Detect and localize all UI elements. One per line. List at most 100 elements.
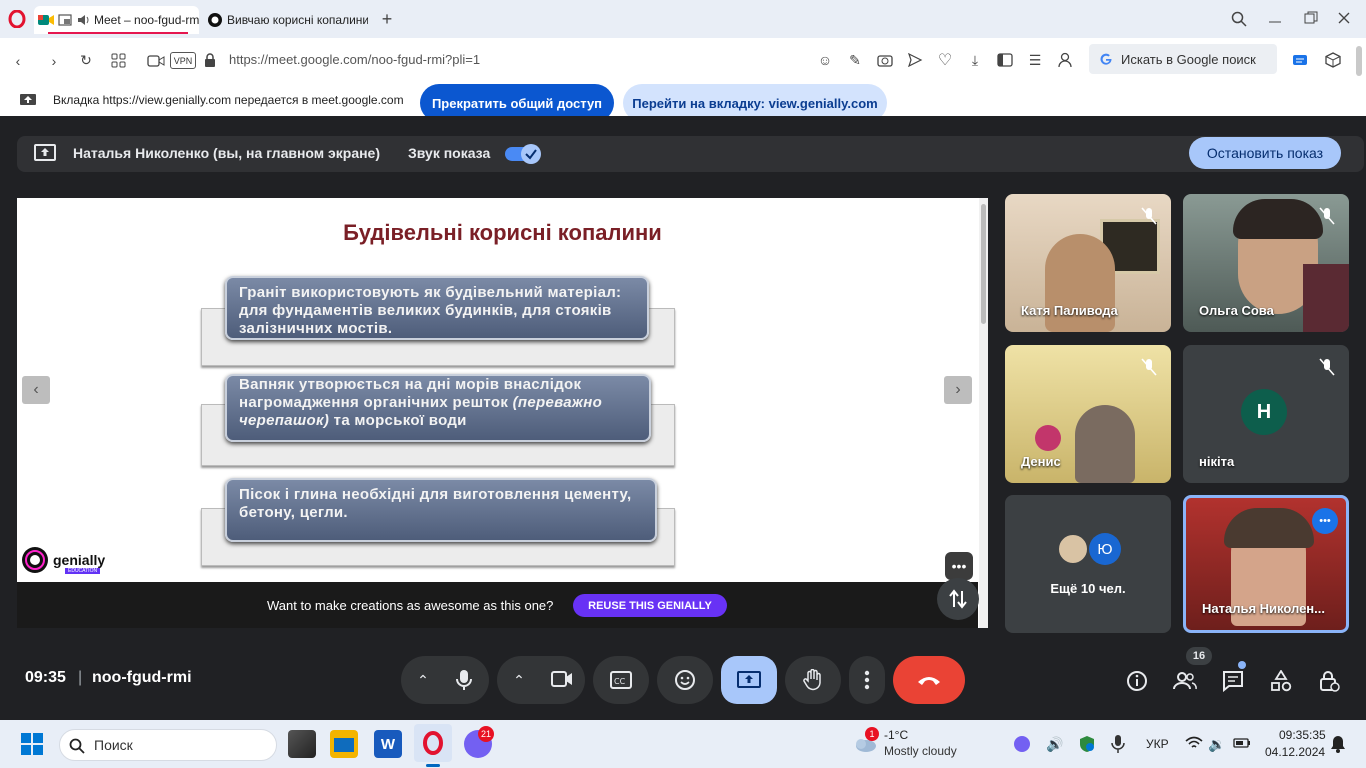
viber-tray-icon[interactable] [1014, 736, 1030, 752]
tab-meet[interactable]: Meet – noo-fgud-rmi [34, 6, 199, 34]
reactions-button[interactable] [657, 656, 713, 704]
search-icon [69, 738, 85, 754]
keyboard-language[interactable]: УКР [1146, 737, 1169, 751]
camera-indicator-icon[interactable] [147, 54, 165, 68]
taskbar-search-label: Поиск [94, 737, 133, 753]
card-granite: Граніт використовують як будівельний мат… [225, 276, 649, 340]
restore-icon[interactable] [1304, 11, 1318, 25]
back-icon[interactable]: ‹ [10, 53, 26, 69]
sound-icon[interactable]: 🔉 [1208, 735, 1226, 753]
profile-icon[interactable] [1057, 52, 1073, 68]
pip-icon[interactable] [58, 13, 72, 27]
taskbar-date[interactable]: 04.12.2024 [1265, 745, 1325, 759]
participant-count-badge: 16 [1186, 647, 1212, 665]
vpn-badge[interactable]: VPN [170, 52, 196, 69]
participant-tile[interactable]: Н нікіта [1183, 345, 1349, 483]
participant-tile[interactable]: Денис [1005, 345, 1171, 483]
stop-presenting-button[interactable]: Остановить показ [1189, 137, 1341, 169]
emoji-reaction-icon [675, 670, 695, 690]
more-participants-tile[interactable]: Ю Ещё 10 чел. [1005, 495, 1171, 633]
self-tile[interactable]: ••• Наталья Николен... [1183, 495, 1349, 633]
slide-scrollbar[interactable] [979, 198, 988, 628]
minimize-icon[interactable] [1268, 11, 1282, 27]
present-now-button[interactable] [721, 656, 777, 704]
sidebar-icon[interactable] [997, 53, 1013, 67]
meeting-time: 09:35 [25, 669, 66, 686]
meet-window: Наталья Николенко (вы, на главном экране… [0, 116, 1366, 720]
more-options-button[interactable] [849, 656, 885, 704]
raise-hand-button[interactable] [785, 656, 841, 704]
captions-icon: CC [610, 671, 632, 689]
battery-icon[interactable] [1233, 738, 1251, 748]
notification-bell-icon[interactable] [1330, 735, 1346, 753]
card-text: Пісок і глина необхідні для виготовлення… [239, 486, 632, 521]
slide-next-button[interactable]: › [944, 376, 972, 404]
taskbar-search[interactable]: Поиск [59, 729, 277, 761]
reuse-genially-button[interactable]: REUSE THIS GENIALLY [573, 594, 727, 617]
genially-logo-text: genially [53, 552, 106, 568]
audio-options-chevron-icon[interactable]: ⌃ [415, 672, 431, 688]
microphone-tray-icon[interactable] [1111, 734, 1125, 754]
svg-text:CC: CC [614, 677, 626, 686]
search-placeholder: Искать в Google поиск [1121, 51, 1256, 67]
participant-tile[interactable]: Ольга Сова [1183, 194, 1349, 332]
opera-logo-icon[interactable] [8, 10, 26, 28]
task-view-icon[interactable] [288, 730, 316, 758]
scrollbar[interactable] [1356, 46, 1362, 76]
participant-name: Наталья Николен... [1202, 601, 1325, 616]
heart-icon[interactable]: ♡ [937, 51, 953, 69]
taskbar-time[interactable]: 09:35:35 [1279, 728, 1326, 742]
sound-toggle[interactable] [505, 144, 543, 164]
microphone-button[interactable] [456, 669, 472, 691]
new-tab-plus-icon[interactable]: + [378, 9, 396, 29]
security-shield-icon[interactable] [1078, 735, 1096, 753]
speed-dial-icon[interactable] [111, 53, 127, 69]
meeting-info-button[interactable] [1120, 664, 1154, 698]
opera-taskbar-icon[interactable] [414, 724, 452, 762]
speaker-icon[interactable] [76, 13, 90, 27]
leave-call-button[interactable] [893, 656, 965, 704]
swap-layout-button[interactable] [937, 578, 979, 620]
lock-icon[interactable] [204, 53, 216, 68]
edit-icon[interactable]: ✎ [847, 52, 863, 68]
video-options-chevron-icon[interactable]: ⌃ [511, 672, 527, 688]
sound-label: Звук показа [408, 145, 491, 161]
url-field[interactable]: https://meet.google.com/noo-fgud-rmi?pli… [229, 52, 480, 67]
people-button[interactable] [1168, 664, 1202, 698]
meeting-code: noo-fgud-rmi [92, 669, 192, 686]
info-icon [1127, 671, 1147, 691]
windows-start-icon[interactable] [21, 733, 43, 755]
camera-button[interactable] [551, 670, 573, 688]
forward-icon[interactable]: › [46, 53, 62, 69]
aria-icon[interactable] [1292, 52, 1308, 68]
tile-more-options-icon[interactable]: ••• [1312, 508, 1338, 534]
google-search-field[interactable]: Искать в Google поиск [1089, 44, 1277, 74]
participant-video [1075, 405, 1135, 483]
windows-taskbar: Поиск W 21 1 -1°C Mostly cloudy 🔊 УКР 🔉 … [0, 720, 1366, 768]
reload-icon[interactable]: ↻ [78, 52, 94, 68]
participant-tile[interactable]: Катя Паливода [1005, 194, 1171, 332]
volume-tray-icon[interactable]: 🔊 [1046, 735, 1064, 753]
slide-title: Будівельні корисні копалини [343, 220, 662, 245]
participant-name: Ольга Сова [1199, 303, 1274, 318]
genially-logo-icon [22, 547, 48, 573]
easy-setup-icon[interactable]: ☰ [1027, 51, 1043, 69]
extensions-cube-icon[interactable] [1325, 52, 1341, 68]
chat-button[interactable] [1216, 664, 1250, 698]
captions-button[interactable]: CC [593, 656, 649, 704]
slide-more-options-icon[interactable]: ••• [945, 552, 973, 580]
tab-genially[interactable]: Вивчаю корисні копалини [203, 6, 368, 34]
word-icon[interactable]: W [374, 730, 402, 758]
close-window-icon[interactable] [1338, 12, 1350, 24]
file-explorer-icon[interactable] [330, 730, 358, 758]
send-icon[interactable] [907, 53, 923, 67]
host-controls-button[interactable] [1312, 664, 1346, 698]
activities-button[interactable] [1264, 664, 1298, 698]
snapshot-camera-icon[interactable] [877, 53, 893, 67]
people-icon [1173, 672, 1197, 690]
emoji-icon[interactable]: ☺ [817, 52, 833, 68]
slide-prev-button[interactable]: ‹ [22, 376, 50, 404]
wifi-icon[interactable] [1185, 736, 1203, 750]
search-tabs-icon[interactable] [1231, 11, 1247, 27]
download-icon[interactable]: ⤓ [967, 51, 983, 69]
